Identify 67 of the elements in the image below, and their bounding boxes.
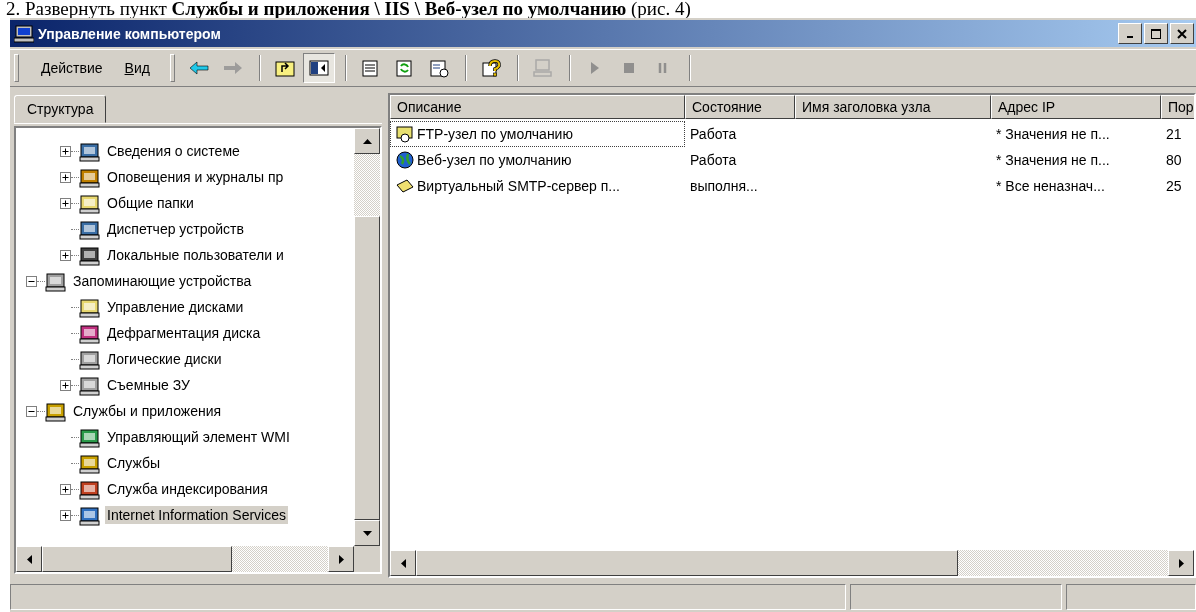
scroll-thumb[interactable]	[416, 550, 958, 576]
tree-item[interactable]: Съемные ЗУ	[105, 376, 192, 394]
service-name: Виртуальный SMTP-сервер п...	[416, 178, 620, 194]
pane-toggle-icon[interactable]	[302, 53, 335, 83]
horizontal-scrollbar[interactable]	[390, 550, 1194, 576]
table-cell: * Значения не п...	[996, 126, 1110, 142]
scroll-thumb[interactable]	[354, 216, 380, 520]
column-header[interactable]: Описание	[390, 95, 685, 119]
collapse-icon[interactable]	[26, 275, 37, 287]
table-cell: * Значения не п...	[996, 152, 1110, 168]
column-header[interactable]: Имя заголовка узла	[795, 95, 991, 119]
table-cell: Работа	[690, 126, 737, 142]
table-cell: 80	[1166, 152, 1182, 168]
globe-icon	[395, 150, 415, 170]
table-cell: выполня...	[690, 178, 758, 194]
menu-item[interactable]: Вид	[116, 58, 158, 78]
tree-item[interactable]: Общие папки	[105, 194, 196, 212]
expand-icon[interactable]	[60, 509, 71, 521]
scroll-up-icon[interactable]	[362, 138, 372, 144]
tree-item[interactable]: Internet Information Services	[105, 506, 288, 524]
service-name: FTP-узел по умолчанию	[416, 126, 573, 142]
scroll-right-icon[interactable]	[1178, 558, 1184, 568]
minimize-button[interactable]	[1118, 23, 1142, 44]
tree-item[interactable]: Запоминающие устройства	[71, 272, 254, 290]
close-button[interactable]	[1170, 23, 1194, 44]
minimize-icon	[1127, 35, 1133, 38]
tree-item[interactable]: Локальные пользователи и	[105, 246, 286, 264]
expand-icon[interactable]	[60, 171, 71, 183]
vertical-scrollbar[interactable]	[354, 128, 380, 546]
maximize-icon	[1151, 28, 1161, 39]
tree-item[interactable]: Оповещения и журналы пр	[105, 168, 286, 186]
scroll-right-icon[interactable]	[338, 554, 344, 564]
collapse-icon[interactable]	[26, 405, 37, 417]
scroll-thumb[interactable]	[42, 546, 232, 572]
tree-tab[interactable]: Структура	[14, 95, 107, 123]
table-cell: Работа	[690, 152, 737, 168]
maximize-button[interactable]	[1144, 23, 1168, 44]
expand-icon[interactable]	[60, 145, 71, 157]
column-header[interactable]: Пор	[1161, 95, 1194, 119]
tree-item[interactable]: Управление дисками	[105, 298, 246, 316]
service-name: Веб-узел по умолчанию	[416, 152, 572, 168]
menu-item[interactable]: Действие	[33, 58, 111, 78]
computer-icon	[79, 218, 101, 240]
computer-icon	[79, 140, 101, 162]
table-cell: * Все неназнач...	[996, 178, 1105, 194]
column-header[interactable]: Состояние	[685, 95, 795, 119]
scroll-left-icon[interactable]	[400, 558, 406, 568]
window-title: Управление компьютером	[38, 25, 221, 42]
table-cell: 21	[1166, 126, 1182, 142]
tree-item[interactable]: Службы и приложения	[71, 402, 224, 420]
computer-icon	[14, 24, 34, 43]
tree-item[interactable]: Дефрагментация диска	[105, 324, 263, 342]
expand-icon[interactable]	[60, 379, 71, 391]
tree-item[interactable]: Диспетчер устройств	[105, 220, 246, 238]
tree-item[interactable]: Службы	[105, 454, 163, 472]
tree-item[interactable]: Сведения о системе	[105, 142, 242, 160]
table-cell: 25	[1166, 178, 1182, 194]
close-icon	[1177, 28, 1187, 39]
expand-icon[interactable]	[60, 197, 71, 209]
scroll-left-icon[interactable]	[26, 554, 32, 564]
tree-item[interactable]: Служба индексирования	[105, 480, 270, 498]
column-header[interactable]: Адрес IP	[991, 95, 1161, 119]
tree-item[interactable]: Управляющий элемент WMI	[105, 428, 292, 446]
expand-icon[interactable]	[60, 483, 71, 495]
expand-icon[interactable]	[60, 249, 71, 261]
tree-item[interactable]: Логические диски	[105, 350, 224, 368]
scroll-down-icon[interactable]	[362, 530, 372, 536]
